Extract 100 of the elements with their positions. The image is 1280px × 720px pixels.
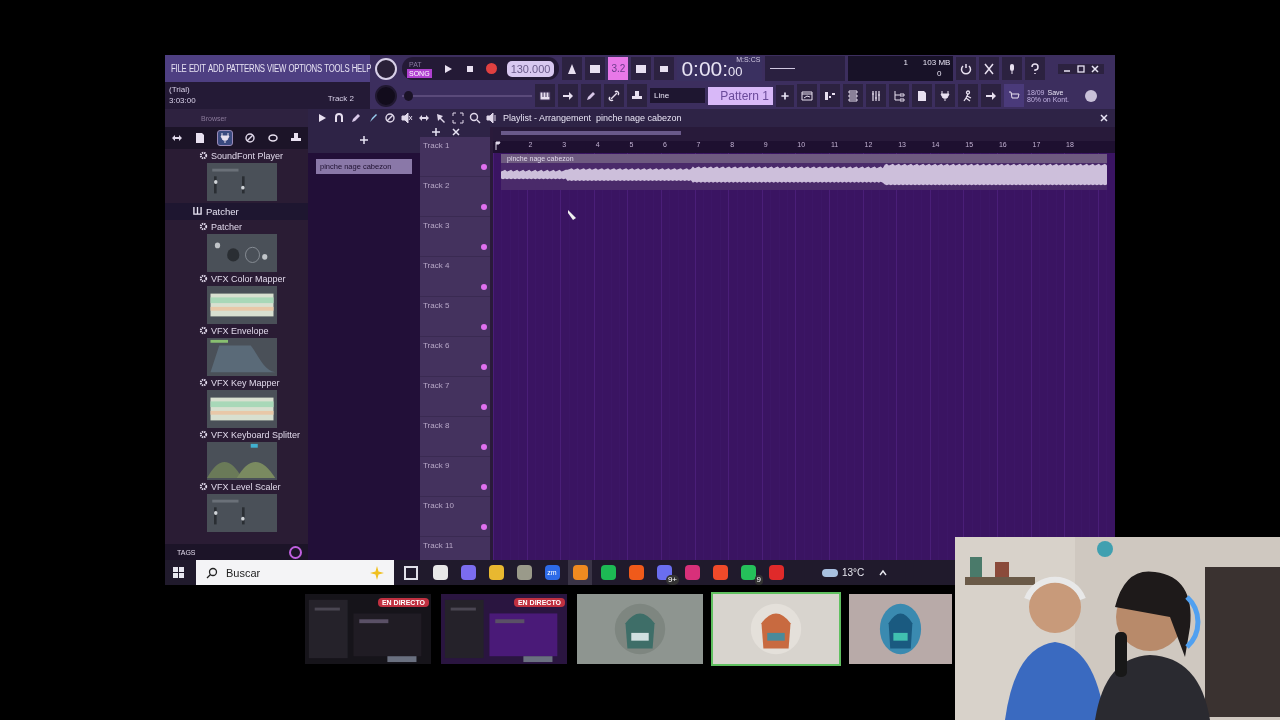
track-header[interactable]: Track 5 (420, 297, 490, 337)
add-pattern-icon[interactable] (776, 84, 794, 107)
track-header[interactable]: Track 4 (420, 257, 490, 297)
pencil-icon[interactable] (350, 112, 362, 124)
maximize-icon[interactable] (1075, 63, 1088, 74)
toolbar-toggle[interactable] (654, 57, 675, 80)
menu-item[interactable]: ADD (208, 63, 224, 74)
time-text: 00 (728, 64, 743, 81)
notification-badge: 9+ (665, 575, 679, 585)
polyphony-count: 0 (936, 69, 942, 78)
song-length: 3:03:00 (169, 96, 196, 105)
search-icon[interactable] (289, 545, 302, 559)
weather-temperature[interactable]: 13°C (842, 567, 865, 578)
list-icon[interactable] (847, 89, 859, 102)
snap-selector[interactable]: Line (650, 88, 705, 103)
tempo-display[interactable]: 130.000 (506, 60, 555, 77)
plug-icon[interactable] (939, 89, 951, 102)
window-title: Playlist - Arrangement (503, 113, 592, 123)
window-icon[interactable] (801, 89, 813, 102)
gear-icon (199, 378, 208, 387)
tree-icon[interactable] (893, 89, 905, 102)
menu-item[interactable]: TOOLS (324, 63, 350, 74)
toolbar-toggle[interactable] (585, 57, 606, 80)
help-icon[interactable] (1025, 57, 1046, 80)
steps-icon[interactable] (824, 89, 836, 102)
stamp-icon[interactable] (631, 89, 643, 102)
windows-icon[interactable] (173, 567, 184, 578)
gear-icon (199, 274, 208, 283)
track-header[interactable]: Track 10 (420, 497, 490, 537)
zoom-icon[interactable] (469, 112, 481, 124)
pencil-cursor-icon (567, 209, 577, 221)
plugin-item[interactable]: VFX Envelope (199, 326, 308, 336)
cloud-icon (822, 568, 838, 577)
track-header[interactable]: Track 1 (420, 137, 490, 177)
menu-item[interactable]: VIEW (267, 63, 287, 74)
plug-tab-icon[interactable] (216, 130, 233, 146)
menu-item[interactable]: EDIT (188, 63, 206, 74)
pattern-selector[interactable]: Pattern 1 (708, 86, 773, 105)
figure-icon[interactable] (962, 89, 974, 102)
mixer-icon[interactable] (870, 89, 882, 102)
mute-icon[interactable] (401, 112, 413, 124)
gear-icon (199, 222, 208, 231)
reload-icon[interactable] (956, 57, 977, 80)
gear-icon (199, 326, 208, 335)
toolbar-toggle[interactable] (631, 57, 652, 80)
plugin-item[interactable]: VFX Color Mapper (199, 274, 308, 284)
track-header[interactable]: Track 3 (420, 217, 490, 257)
select-icon[interactable] (435, 112, 447, 124)
link-icon[interactable] (608, 89, 620, 102)
plugin-item[interactable]: VFX Level Scaler (199, 482, 308, 492)
plugin-item[interactable]: Patcher (199, 222, 308, 232)
gear-icon (199, 430, 208, 439)
file-tab-icon[interactable] (193, 132, 206, 144)
slash-icon[interactable] (384, 112, 396, 124)
flag-icon[interactable] (495, 141, 501, 151)
chevron-icon[interactable] (878, 567, 889, 578)
task-view-icon[interactable] (404, 565, 418, 580)
pencil-icon[interactable] (585, 89, 597, 102)
plugin-item[interactable]: VFX Keyboard Splitter (199, 430, 308, 440)
speaker-icon[interactable] (486, 112, 498, 124)
voice-count: 1 (903, 58, 908, 67)
close-icon[interactable] (1089, 63, 1102, 74)
scissors-icon[interactable] (979, 57, 1000, 80)
volume-knob[interactable] (375, 57, 397, 80)
record-button[interactable] (485, 63, 497, 74)
notification-badge: 9 (754, 575, 763, 585)
time-text: 0:00: (681, 57, 729, 81)
magnet-icon[interactable] (333, 112, 345, 124)
toolbar-toggle[interactable] (562, 57, 583, 80)
cart-icon[interactable] (1004, 84, 1024, 107)
sparkle-icon (370, 565, 384, 580)
search-field[interactable]: Buscar (196, 560, 394, 585)
arrow-icon[interactable] (562, 89, 574, 102)
memory-usage: 103 MB (922, 58, 951, 67)
folder-item[interactable]: Patcher (165, 203, 308, 220)
scrollbar[interactable] (493, 127, 1115, 141)
arrow-icon[interactable] (985, 89, 997, 102)
hint-text: (Trial) (169, 85, 190, 94)
track-header[interactable]: Track 8 (420, 417, 490, 457)
track-header[interactable]: Track 2 (420, 177, 490, 217)
menu-item[interactable]: FILE (171, 63, 187, 74)
breadcrumb[interactable]: pinche nage cabezon (596, 113, 682, 123)
plugin-item[interactable]: SoundFont Player (199, 151, 308, 161)
search-icon (206, 566, 218, 579)
brush-icon[interactable] (367, 112, 379, 124)
slip-icon[interactable] (418, 112, 430, 124)
metronome-icon (566, 62, 579, 75)
gear-icon (199, 151, 208, 160)
play-icon[interactable] (316, 112, 328, 124)
track-header[interactable]: Track 7 (420, 377, 490, 417)
track-header[interactable]: Track 6 (420, 337, 490, 377)
gear-icon (199, 482, 208, 491)
menu-item[interactable]: PATTERNS (226, 63, 265, 74)
track-header[interactable]: Track 9 (420, 457, 490, 497)
microphone-icon[interactable] (1002, 57, 1023, 80)
frame-icon[interactable] (452, 112, 464, 124)
plugin-item[interactable]: VFX Key Mapper (199, 378, 308, 388)
page-icon[interactable] (916, 89, 928, 102)
menu-item[interactable]: OPTIONS (288, 63, 322, 74)
menu-item[interactable]: HELP (351, 63, 372, 74)
